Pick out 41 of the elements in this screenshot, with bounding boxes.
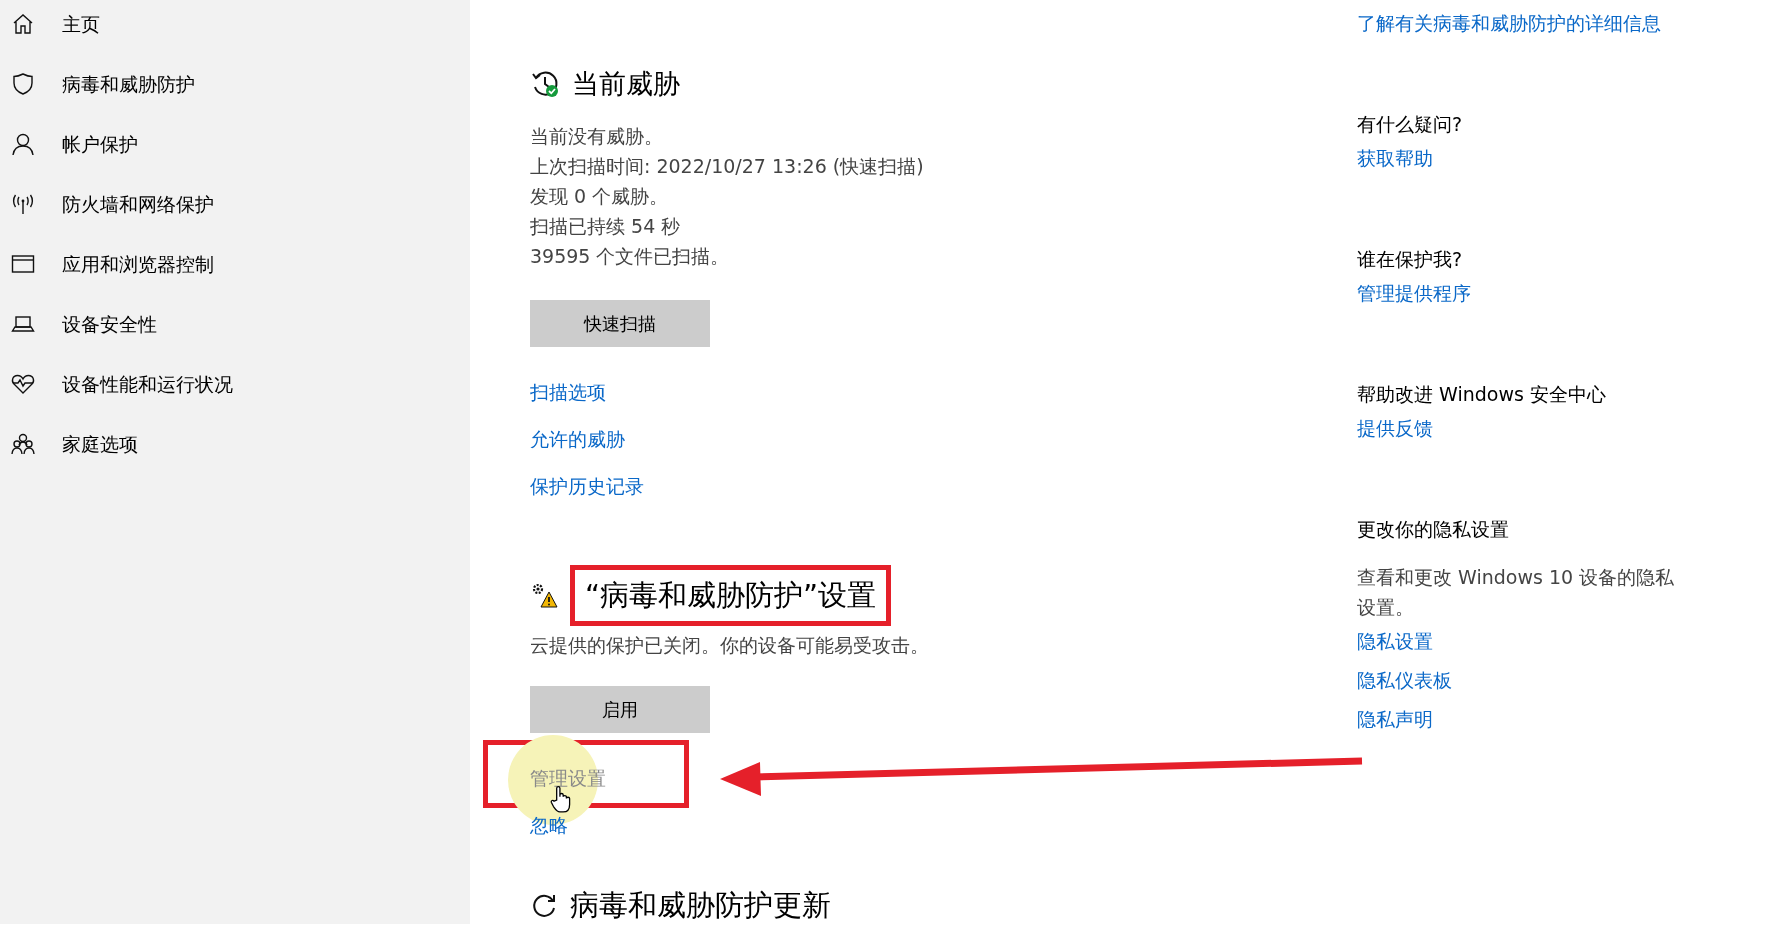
section-heading: 当前威胁 [572,67,680,101]
status-text: 发现 0 个威胁。 [530,183,670,209]
status-text: 39595 个文件已扫描。 [530,243,731,269]
people-icon [10,431,36,457]
link[interactable]: 提供反馈 [1357,409,1433,448]
sidebar-item[interactable]: 设备安全性 [0,294,470,354]
gear-warning-icon [530,581,558,610]
link[interactable]: 隐私声明 [1357,700,1433,739]
link[interactable]: 获取帮助 [1357,139,1433,178]
sidebar-item[interactable]: 主页 [0,0,470,54]
link[interactable]: 隐私仪表板 [1357,661,1452,700]
person-icon [10,131,36,157]
warning-text: 云提供的保护已关闭。你的设备可能易受攻击。 [530,633,930,658]
sidebar-item[interactable]: 防火墙和网络保护 [0,174,470,234]
sidebar-item[interactable]: 病毒和威胁防护 [0,54,470,114]
section-heading: 病毒和威胁防护更新 [570,887,831,924]
status-text: 当前没有威胁。 [530,123,664,149]
hand-cursor-icon [550,785,572,813]
sidebar-item[interactable]: 家庭选项 [0,414,470,474]
link[interactable]: 保护历史记录 [530,462,644,510]
group-heading: 帮助改进 Windows 安全中心 [1357,382,1607,407]
description-text: 查看和更改 Windows 10 设备的隐私设置。 [1357,565,1676,620]
shield-icon [10,71,36,97]
link[interactable]: 了解有关病毒和威胁防护的详细信息 [1357,4,1661,43]
link[interactable]: 忽略 [530,810,568,840]
link[interactable]: 隐私设置 [1357,622,1433,661]
enable-button[interactable]: 启用 [530,686,710,733]
clock-check-icon [530,69,560,100]
group-heading: 更改你的隐私设置 [1357,517,1510,542]
quick-scan-button[interactable]: 快速扫描 [530,299,710,347]
status-text: 上次扫描时间: 2022/10/27 13:26 (快速扫描) [530,153,925,179]
section-heading: “病毒和威胁防护”设置 [585,577,877,612]
sidebar-item[interactable]: 应用和浏览器控制 [0,234,470,294]
sidebar-item[interactable]: 帐户保护 [0,114,470,174]
link[interactable]: 允许的威胁 [530,415,625,463]
link[interactable]: 管理提供程序 [1357,274,1471,313]
group-heading: 谁在保护我? [1357,247,1464,272]
sidebar-item[interactable]: 设备性能和运行状况 [0,354,470,414]
status-text: 扫描已持续 54 秒 [530,213,682,239]
group-heading: 有什么疑问? [1357,112,1464,137]
link[interactable]: 扫描选项 [530,368,606,416]
